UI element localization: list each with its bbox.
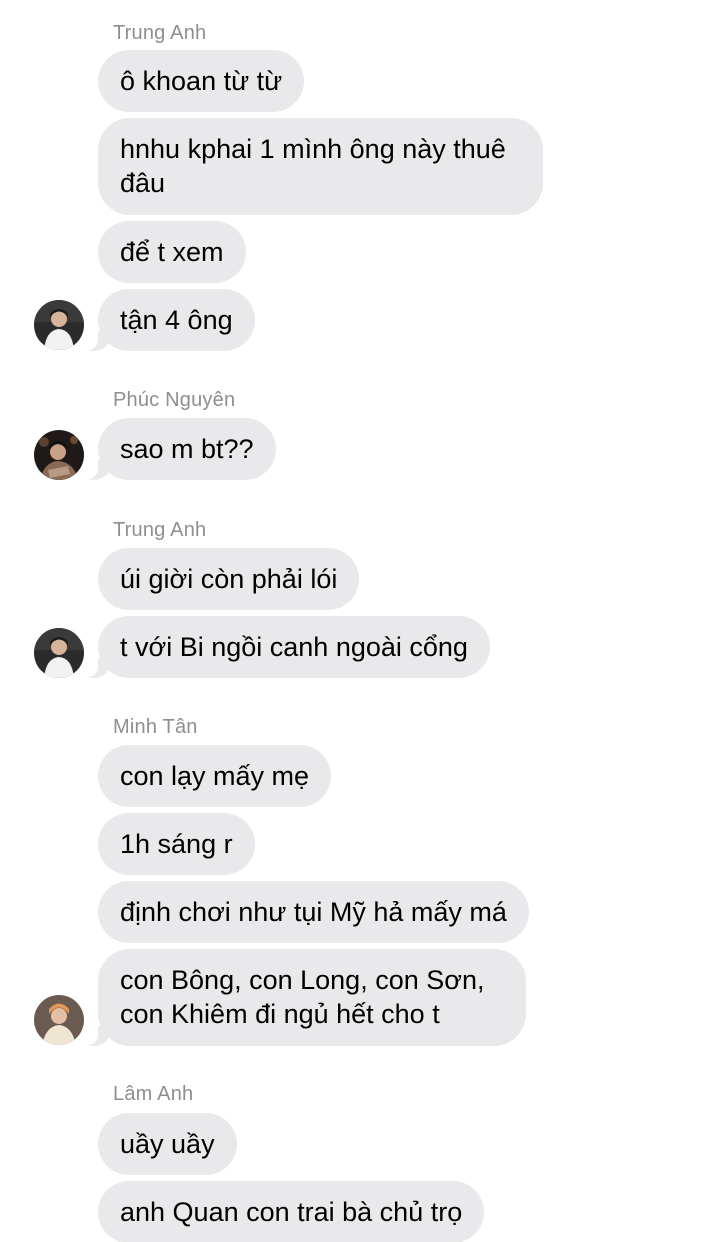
avatar-minh-tan[interactable] <box>34 995 84 1045</box>
avatar-trung-anh[interactable] <box>34 628 84 678</box>
chat-thread: Trung Anh ô khoan từ từ hnhu kphai 1 mìn… <box>0 0 720 1242</box>
message-bubble[interactable]: sao m bt?? <box>76 418 276 480</box>
message-bubble[interactable]: để t xem <box>98 221 246 283</box>
person-avatar-icon <box>34 995 84 1045</box>
message-bubble[interactable]: ô khoan từ từ <box>98 50 305 112</box>
sender-name: Trung Anh <box>113 519 207 541</box>
message-bubble[interactable]: con lạy mấy mẹ <box>98 745 332 807</box>
message-bubble[interactable]: t với Bi ngồi canh ngoài cổng <box>76 616 490 678</box>
message-bubble[interactable]: uầy uầy <box>98 1113 237 1175</box>
message-bubble[interactable]: 1h sáng r <box>98 813 255 875</box>
message-bubble[interactable]: úi giời còn phải lói <box>98 548 360 610</box>
sender-name: Trung Anh <box>113 22 207 44</box>
sender-name: Phúc Nguyên <box>113 389 236 411</box>
message-bubble[interactable]: anh Quan con trai bà chủ trọ <box>98 1181 485 1242</box>
message-bubble[interactable]: định chơi như tụi Mỹ hả mấy má <box>98 881 529 943</box>
message-bubble[interactable]: hnhu kphai 1 mình ông này thuê đâu <box>98 118 543 215</box>
sender-name: Lâm Anh <box>113 1083 194 1105</box>
message-bubble[interactable]: con Bông, con Long, con Sơn, con Khiêm đ… <box>76 949 526 1046</box>
person-avatar-icon <box>34 300 84 350</box>
avatar-phuc-nguyen[interactable] <box>34 430 84 480</box>
sender-name: Minh Tân <box>113 716 198 738</box>
person-avatar-icon <box>34 430 84 480</box>
person-avatar-icon <box>34 628 84 678</box>
avatar-trung-anh[interactable] <box>34 300 84 350</box>
message-bubble[interactable]: tận 4 ông <box>76 289 255 351</box>
